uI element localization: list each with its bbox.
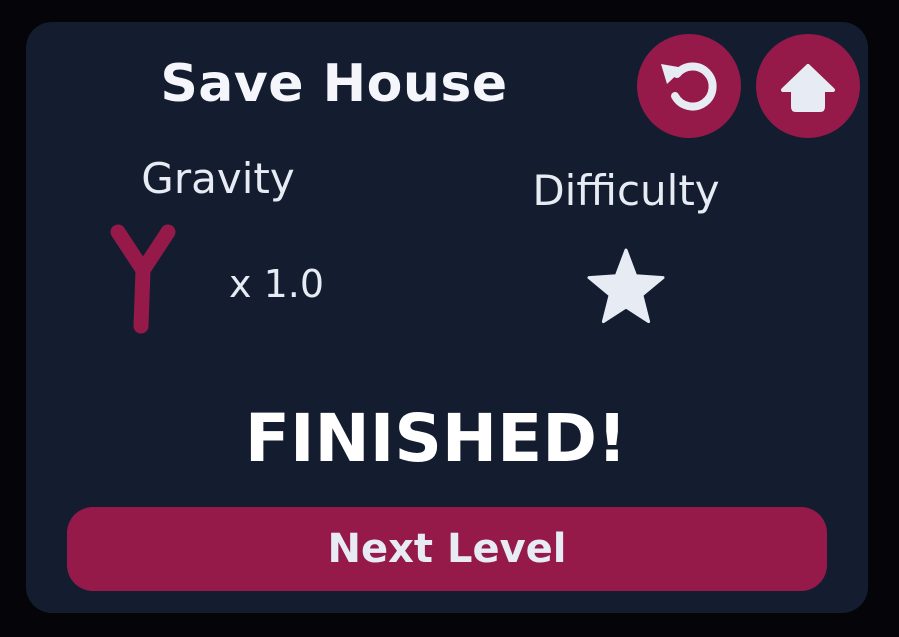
gravity-arrow-icon [104,222,184,341]
difficulty-label: Difficulty [532,166,720,215]
difficulty-star-icon [586,246,666,330]
gravity-label: Gravity [141,154,295,203]
next-level-button[interactable]: Next Level [67,507,827,591]
level-title: Save House [160,54,508,114]
restart-button[interactable] [637,34,741,138]
home-icon [781,64,835,112]
level-complete-panel: Save House Gravity x 1.0 Difficulty FINI… [26,22,868,613]
gravity-value: x 1.0 [229,262,324,306]
finished-status: FINISHED! [244,400,628,477]
home-button[interactable] [756,34,860,138]
restart-icon [661,62,717,111]
